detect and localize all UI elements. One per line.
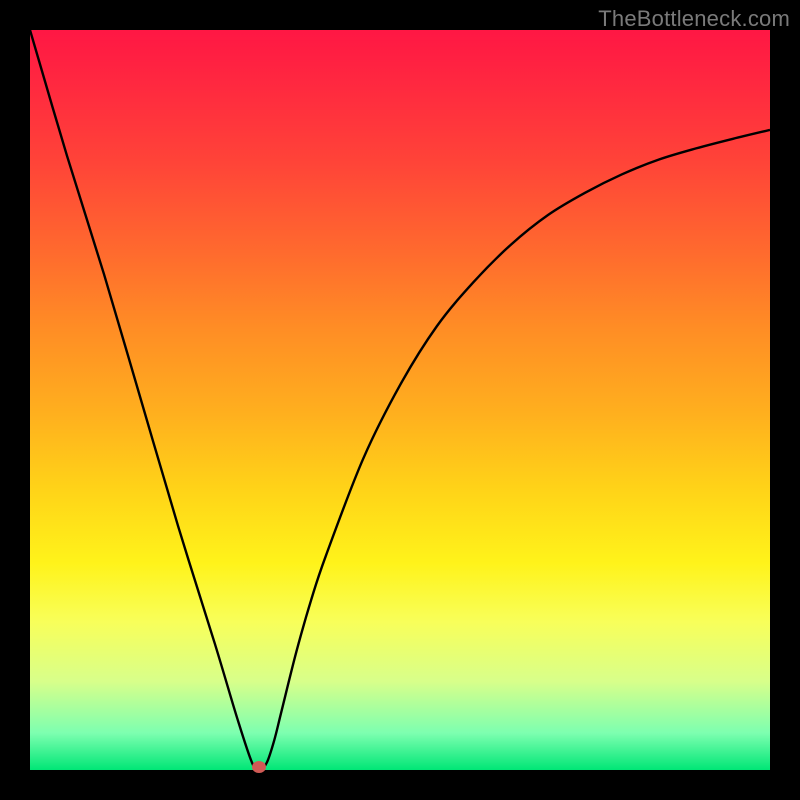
- bottleneck-curve: [30, 30, 770, 770]
- minimum-marker: [252, 761, 266, 773]
- curve-path: [30, 30, 770, 770]
- plot-area: [30, 30, 770, 770]
- chart-frame: TheBottleneck.com: [0, 0, 800, 800]
- watermark-text: TheBottleneck.com: [598, 6, 790, 32]
